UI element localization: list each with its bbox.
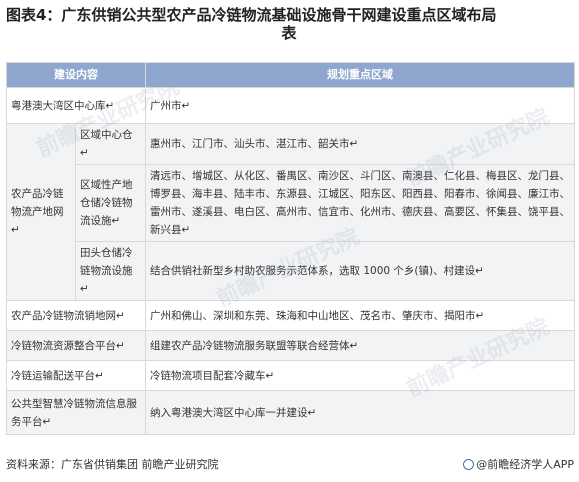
row-content: 粤港澳大湾区中心库↵ xyxy=(6,87,146,124)
source-note: 资料来源：广东省供销集团 前瞻产业研究院 xyxy=(6,458,219,471)
row-area: 组建农产品冷链物流服务联盟等联合经营体↵ xyxy=(145,330,575,361)
title-line-1: 图表4：广东供销公共型农产品冷链物流基础设施骨干网建设重点区域布局 xyxy=(6,6,497,24)
row-group-origin-network: 农产品冷链物流产地网↵ xyxy=(6,123,76,301)
brand-label: @前瞻经济学人APP xyxy=(476,458,574,471)
header-planning-area: 规划重点区域 xyxy=(145,62,575,88)
table-header-row: 建设内容 规划重点区域 xyxy=(6,62,575,88)
title-line-2: 表 xyxy=(281,24,297,42)
row-subcontent: 区域性产地仓储冷链物流设施↵ xyxy=(75,164,146,242)
row-area: 惠州市、江门市、汕头市、湛江市、韶关市↵ xyxy=(145,123,575,165)
row-area: 广州市↵ xyxy=(145,87,575,124)
row-content: 公共型智慧冷链物流信息服务平台↵ xyxy=(6,390,146,435)
footer: 资料来源：广东省供销集团 前瞻产业研究院 @前瞻经济学人APP xyxy=(6,456,574,474)
row-area: 纳入粤港澳大湾区中心库一并建设↵ xyxy=(145,390,575,435)
table-row: 区域性产地仓储冷链物流设施↵ 清远市、增城区、从化区、番禺区、南沙区、斗门区、南… xyxy=(7,164,575,242)
row-subcontent: 田头仓储冷链物流设施↵ xyxy=(75,241,146,301)
row-area: 清远市、增城区、从化区、番禺区、南沙区、斗门区、南澳县、仁化县、梅县区、龙门县、… xyxy=(145,164,575,242)
table-row: 冷链运输配送平台↵ 冷链物流项目配套冷藏车↵ xyxy=(6,360,575,391)
brand-credit: @前瞻经济学人APP xyxy=(463,456,574,474)
table-row: 冷链物流资源整合平台↵ 组建农产品冷链物流服务联盟等联合经营体↵ xyxy=(6,330,575,361)
row-content: 农产品冷链物流销地网↵ xyxy=(6,300,146,331)
row-area: 结合供销社新型乡村助农服务示范体系，选取 1000 个乡(镇)、村建设↵ xyxy=(145,241,575,301)
page-title: 图表4：广东供销公共型农产品冷链物流基础设施骨干网建设重点区域布局 表 xyxy=(6,6,572,42)
table-row: 农产品冷链物流产地网↵ 区域中心仓↵ 惠州市、江门市、汕头市、湛江市、韶关市↵ xyxy=(6,123,575,301)
planning-table: 建设内容 规划重点区域 粤港澳大湾区中心库↵ 广州市↵ 农产品冷链物流产地网↵ … xyxy=(6,62,575,435)
brand-logo-icon xyxy=(463,459,475,470)
table-row: 粤港澳大湾区中心库↵ 广州市↵ xyxy=(6,87,575,124)
row-subcontent: 区域中心仓↵ xyxy=(75,123,146,165)
row-area: 冷链物流项目配套冷藏车↵ xyxy=(145,360,575,391)
table-row: 公共型智慧冷链物流信息服务平台↵ 纳入粤港澳大湾区中心库一并建设↵ xyxy=(6,390,575,435)
row-area: 广州和佛山、深圳和东莞、珠海和中山地区、茂名市、肇庆市、揭阳市↵ xyxy=(145,300,575,331)
header-construction-content: 建设内容 xyxy=(6,62,146,88)
row-content: 冷链物流资源整合平台↵ xyxy=(6,330,146,361)
table-row: 田头仓储冷链物流设施↵ 结合供销社新型乡村助农服务示范体系，选取 1000 个乡… xyxy=(7,241,575,301)
row-content: 冷链运输配送平台↵ xyxy=(6,360,146,391)
table-row: 农产品冷链物流销地网↵ 广州和佛山、深圳和东莞、珠海和中山地区、茂名市、肇庆市、… xyxy=(6,300,575,331)
